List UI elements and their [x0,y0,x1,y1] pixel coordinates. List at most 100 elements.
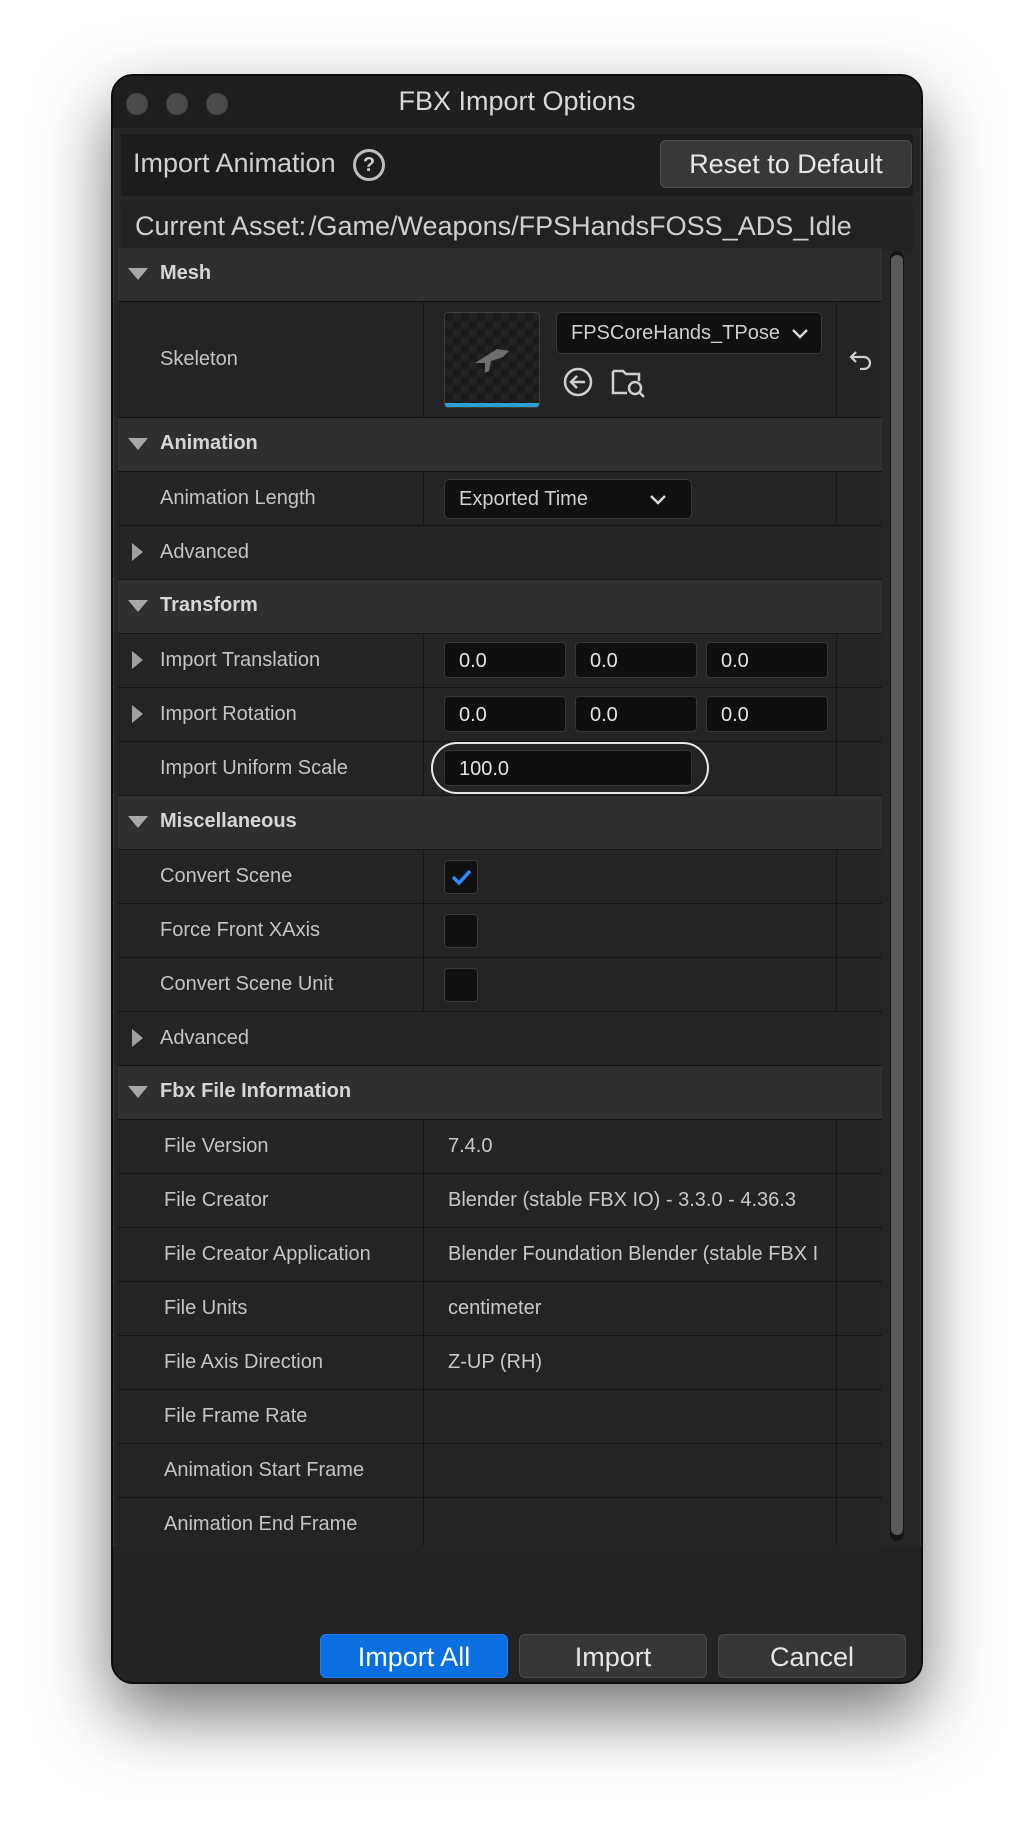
skeleton-icon [475,349,509,373]
use-selected-asset-icon[interactable] [561,365,595,399]
column-divider [423,958,424,1011]
column-divider [423,904,424,957]
category-transform[interactable]: Transform [118,580,882,634]
rotation-z-input[interactable]: 0.0 [706,696,828,732]
category-title: Miscellaneous [160,810,297,832]
fbx-info-value: Blender Foundation Blender (stable FBX I [448,1243,819,1265]
cancel-button[interactable]: Cancel [718,1634,906,1678]
column-divider [836,1444,837,1497]
column-divider [423,472,424,525]
import-translation-label: Import Translation [160,649,321,671]
import-header: Import Animation ? Reset to Default [121,134,913,196]
column-divider [423,1336,424,1389]
convert-scene-checkbox[interactable] [444,860,478,894]
skeleton-value: FPSCoreHands_TPose [571,322,780,344]
expanded-arrow-icon [128,438,148,450]
fbx-info-value: Z-UP (RH) [448,1351,543,1373]
column-divider [836,742,837,795]
current-asset-row: Current Asset: /Game/Weapons/FPSHandsFOS… [121,201,913,251]
column-divider [836,1120,837,1173]
help-icon[interactable]: ? [353,149,385,181]
import-translation-row: Import Translation 0.0 0.0 0.0 [118,634,882,688]
fbx-info-row: File Units centimeter [118,1282,882,1336]
fbx-info-label: File Units [164,1297,248,1319]
animation-length-row: Animation Length Exported Time [118,472,882,526]
animation-length-label: Animation Length [160,487,316,509]
fbx-info-label: File Axis Direction [164,1351,323,1373]
uniform-scale-input[interactable]: 100.0 [444,750,692,786]
convert-scene-unit-row: Convert Scene Unit [118,958,882,1012]
fbx-info-row: File Frame Rate [118,1390,882,1444]
translation-x-input[interactable]: 0.0 [444,642,566,678]
reset-to-default-button[interactable]: Reset to Default [660,140,912,188]
convert-scene-unit-checkbox[interactable] [444,968,478,1002]
reset-arrow-icon[interactable] [848,348,874,370]
force-front-xaxis-checkbox[interactable] [444,914,478,948]
skeleton-label: Skeleton [160,348,238,370]
column-divider [836,850,837,903]
column-divider [423,634,424,687]
vertical-scrollbar[interactable] [890,251,904,1541]
animation-length-dropdown[interactable]: Exported Time [444,479,692,519]
translation-z-input[interactable]: 0.0 [706,642,828,678]
fbx-info-value: centimeter [448,1297,542,1319]
column-divider [423,302,424,417]
column-divider [423,1444,424,1497]
force-front-xaxis-row: Force Front XAxis [118,904,882,958]
column-divider [836,958,837,1011]
column-divider [423,1498,424,1546]
current-asset-label: Current Asset: [135,211,307,241]
skeleton-row: Skeleton FPSCoreHands_TPose [118,302,882,418]
fbx-info-label: Animation Start Frame [164,1459,365,1481]
convert-scene-row: Convert Scene [118,850,882,904]
column-divider [836,634,837,687]
column-divider [423,1390,424,1443]
column-divider [836,1336,837,1389]
skeleton-thumbnail[interactable] [444,312,540,408]
title-bar[interactable]: FBX Import Options [113,76,921,128]
column-divider [423,1282,424,1335]
column-divider [836,904,837,957]
skeleton-picker[interactable]: FPSCoreHands_TPose [556,312,822,354]
collapsed-arrow-icon [132,1029,143,1047]
window-title: FBX Import Options [398,86,636,116]
chevron-down-icon [792,329,808,339]
collapsed-arrow-icon[interactable] [132,651,143,669]
fbx-info-label: File Frame Rate [164,1405,308,1427]
misc-advanced-row[interactable]: Advanced [118,1012,882,1066]
advanced-label: Advanced [160,541,249,563]
column-divider [836,1282,837,1335]
fbx-info-value: Blender (stable FBX IO) - 3.3.0 - 4.36.3 [448,1189,796,1211]
category-fbx-file-information[interactable]: Fbx File Information [118,1066,882,1120]
column-divider [423,850,424,903]
category-title: Fbx File Information [160,1080,352,1102]
animation-advanced-row[interactable]: Advanced [118,526,882,580]
column-divider [836,688,837,741]
category-title: Transform [160,594,258,616]
column-divider [423,1228,424,1281]
column-divider [423,1174,424,1227]
expanded-arrow-icon [128,600,148,612]
category-animation[interactable]: Animation [118,418,882,472]
category-miscellaneous[interactable]: Miscellaneous [118,796,882,850]
import-all-button[interactable]: Import All [320,1634,508,1678]
import-type-label: Import Animation [133,148,336,178]
rotation-y-input[interactable]: 0.0 [575,696,697,732]
column-divider [836,1228,837,1281]
category-title: Animation [160,432,258,454]
force-front-xaxis-label: Force Front XAxis [160,919,321,941]
convert-scene-label: Convert Scene [160,865,293,887]
fbx-info-row: File Axis Direction Z-UP (RH) [118,1336,882,1390]
collapsed-arrow-icon[interactable] [132,705,143,723]
chevron-down-icon [650,495,666,505]
rotation-x-input[interactable]: 0.0 [444,696,566,732]
fbx-info-row: Animation End Frame [118,1498,882,1546]
scrollbar-thumb[interactable] [891,255,903,1535]
category-mesh[interactable]: Mesh [118,248,882,302]
asset-type-bar [445,403,539,407]
convert-scene-unit-label: Convert Scene Unit [160,973,334,995]
import-button[interactable]: Import [519,1634,707,1678]
translation-y-input[interactable]: 0.0 [575,642,697,678]
column-divider [836,1390,837,1443]
browse-asset-icon[interactable] [611,365,647,399]
